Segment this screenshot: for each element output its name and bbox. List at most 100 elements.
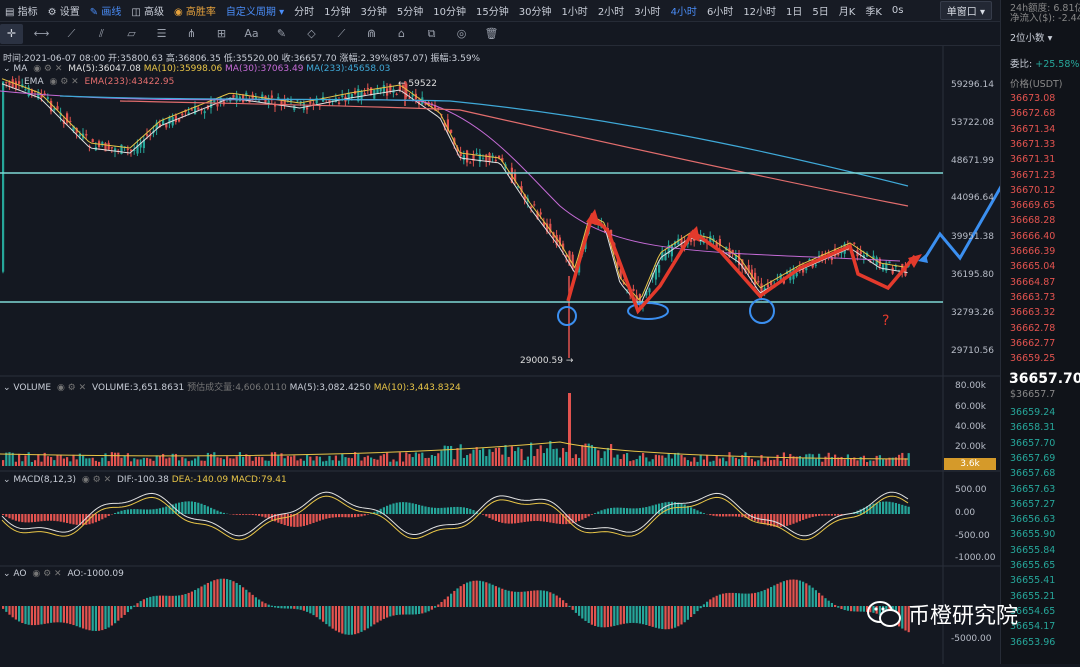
bid-price[interactable]: 36658.31 xyxy=(1010,422,1055,433)
topbar-item-5[interactable]: 自定义周期 ▾ xyxy=(221,3,289,18)
topbar-item-6[interactable]: 分时 xyxy=(289,3,319,18)
topbar-item-21[interactable]: 月K xyxy=(834,3,861,18)
topbar-item-19[interactable]: 1日 xyxy=(781,3,807,18)
delete-tool-icon[interactable]: 🗑 xyxy=(480,24,503,44)
collapse-icon[interactable]: ⌄ xyxy=(3,475,13,485)
bid-price[interactable]: 36655.41 xyxy=(1010,575,1055,586)
collapse-icon[interactable]: ⌄ xyxy=(3,64,13,74)
topbar-item-22[interactable]: 季K xyxy=(860,3,887,18)
window-select[interactable]: 单窗口 ▾ xyxy=(940,1,992,20)
ask-price[interactable]: 36671.31 xyxy=(1010,154,1055,165)
time-label: 时间:2021-06-07 08:00 xyxy=(3,54,105,64)
ao-bar xyxy=(591,606,593,625)
topbar-item-12[interactable]: 30分钟 xyxy=(514,3,557,18)
candle-body xyxy=(268,101,270,103)
topbar-item-11[interactable]: 15分钟 xyxy=(471,3,514,18)
macd-bar xyxy=(530,514,532,521)
ask-price[interactable]: 36671.33 xyxy=(1010,139,1055,150)
parallel-channel-tool-icon[interactable]: ⫽ xyxy=(90,24,113,44)
pitchfork-tool-icon[interactable]: ⋔ xyxy=(180,24,203,44)
ask-price[interactable]: 36664.87 xyxy=(1010,277,1055,288)
depth-select[interactable]: 2位小数 ▾ xyxy=(1010,30,1052,44)
ask-price[interactable]: 36663.32 xyxy=(1010,307,1055,318)
brush-tool-icon[interactable]: ✎ xyxy=(270,24,293,44)
topbar-item-4[interactable]: ◉ 高胜率 xyxy=(169,3,221,18)
ask-price[interactable]: 36665.04 xyxy=(1010,261,1055,272)
ao-bar xyxy=(610,606,612,627)
topbar-item-17[interactable]: 6小时 xyxy=(702,3,738,18)
topbar-item-23[interactable]: 0s xyxy=(887,5,909,16)
topbar-item-14[interactable]: 2小时 xyxy=(593,3,629,18)
crosshair-tool-icon[interactable]: ✛ xyxy=(0,24,23,44)
visibility-tool-icon[interactable]: ◎ xyxy=(450,24,473,44)
bid-price[interactable]: 36655.84 xyxy=(1010,545,1055,556)
lock-tool-icon[interactable]: ⌂ xyxy=(390,24,413,44)
ask-price[interactable]: 36668.28 xyxy=(1010,215,1055,226)
topbar-item-16[interactable]: 4小时 xyxy=(666,3,702,18)
ask-price[interactable]: 36671.23 xyxy=(1010,170,1055,181)
ask-price[interactable]: 36659.25 xyxy=(1010,353,1055,364)
eye-icon[interactable]: ◉ ⚙ ✕ xyxy=(33,64,62,74)
collapse-icon[interactable]: ⌄ xyxy=(3,569,13,579)
bid-price[interactable]: 36655.65 xyxy=(1010,560,1055,571)
ao-bar xyxy=(328,606,330,626)
ask-price[interactable]: 36669.65 xyxy=(1010,200,1055,211)
chart-area[interactable]: 时间:2021-06-07 08:00 开:35800.63 高:36806.3… xyxy=(0,46,1000,664)
ao-bar xyxy=(668,606,670,629)
macd-bar xyxy=(808,514,810,518)
ask-price[interactable]: 36662.78 xyxy=(1010,323,1055,334)
topbar-item-10[interactable]: 10分钟 xyxy=(428,3,471,18)
topbar-item-8[interactable]: 3分钟 xyxy=(355,3,391,18)
ao-bar xyxy=(76,606,78,626)
volume-bar xyxy=(40,462,42,466)
ask-price[interactable]: 36671.34 xyxy=(1010,124,1055,135)
topbar-item-9[interactable]: 5分钟 xyxy=(392,3,428,18)
collapse-icon[interactable]: ⌄ xyxy=(3,383,13,393)
ao-bar xyxy=(34,606,36,625)
ask-price[interactable]: 36666.40 xyxy=(1010,231,1055,242)
ohlc-info: 时间:2021-06-07 08:00 开:35800.63 高:36806.3… xyxy=(3,51,480,64)
bid-price[interactable]: 36657.27 xyxy=(1010,499,1055,510)
volume-bar xyxy=(12,453,14,466)
rectangle-tool-icon[interactable]: ▱ xyxy=(120,24,143,44)
change-label: 涨幅:2.39%(857.07) xyxy=(339,54,427,64)
ask-price[interactable]: 36666.39 xyxy=(1010,246,1055,257)
measure-tool-icon[interactable]: ⊞ xyxy=(210,24,233,44)
topbar-item-2[interactable]: ✎ 画线 xyxy=(85,3,127,18)
magnet-tool-icon[interactable]: ⋒ xyxy=(360,24,383,44)
horizontal-line-tool-icon[interactable]: ⟷ xyxy=(30,24,53,44)
bid-price[interactable]: 36656.63 xyxy=(1010,514,1055,525)
topbar-item-15[interactable]: 3小时 xyxy=(629,3,665,18)
topbar-item-0[interactable]: ▤ 指标 xyxy=(0,3,43,18)
topbar-item-13[interactable]: 1小时 xyxy=(556,3,592,18)
topbar-item-20[interactable]: 5日 xyxy=(807,3,833,18)
ask-price[interactable]: 36672.68 xyxy=(1010,108,1055,119)
macd-bar xyxy=(322,514,324,520)
topbar-item-18[interactable]: 12小时 xyxy=(738,3,781,18)
bid-price[interactable]: 36657.69 xyxy=(1010,453,1055,464)
bid-price[interactable]: 36653.96 xyxy=(1010,637,1055,648)
bid-price[interactable]: 36657.63 xyxy=(1010,484,1055,495)
bid-price[interactable]: 36657.68 xyxy=(1010,468,1055,479)
topbar-item-3[interactable]: ◫ 高级 xyxy=(126,3,169,18)
ruler-tool-icon[interactable]: ⟋ xyxy=(330,24,353,44)
ask-price[interactable]: 36673.08 xyxy=(1010,93,1055,104)
bid-price[interactable]: 36655.90 xyxy=(1010,529,1055,540)
hide-tool-icon[interactable]: ⧉ xyxy=(420,24,443,44)
bid-price[interactable]: 36659.24 xyxy=(1010,407,1055,418)
ask-price[interactable]: 36663.73 xyxy=(1010,292,1055,303)
topbar-item-1[interactable]: ⚙ 设置 xyxy=(43,3,85,18)
ask-price[interactable]: 36662.77 xyxy=(1010,338,1055,349)
ema-controls-icon[interactable]: ◉ ⚙ ✕ xyxy=(49,77,78,87)
chart-canvas[interactable] xyxy=(0,46,1000,664)
bid-price[interactable]: 36657.70 xyxy=(1010,438,1055,449)
trend-line-tool-icon[interactable]: ⟋ xyxy=(60,24,83,44)
text-tool-icon[interactable]: Aa xyxy=(240,24,263,44)
topbar-item-7[interactable]: 1分钟 xyxy=(319,3,355,18)
volume-bar xyxy=(236,456,238,466)
fibonacci-tool-icon[interactable]: ☰ xyxy=(150,24,173,44)
ao-bar xyxy=(613,606,615,626)
ask-price[interactable]: 36670.12 xyxy=(1010,185,1055,196)
ao-bar xyxy=(460,586,462,607)
eraser-tool-icon[interactable]: ◇ xyxy=(300,24,323,44)
